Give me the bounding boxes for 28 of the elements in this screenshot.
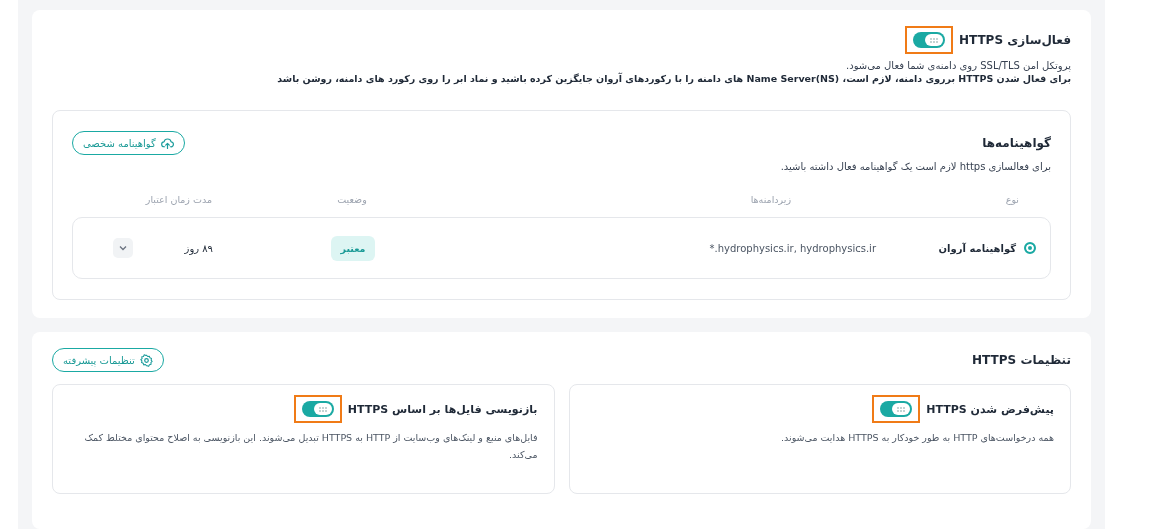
- toggle-switch[interactable]: [880, 401, 913, 417]
- note: برای فعال شدن HTTPS برروی دامنه، لازم است، Name Server(NS) های دامنه را با رکوردهای آروان جایگزین کرده باشید و نماد ابر را روی رکورد های دامنه، روشن باشد: [276, 73, 1071, 84]
- table-cell-text: *.hydrophysics.ir, hydrophysics.ir: [708, 242, 877, 254]
- column-header: نوع: [1004, 194, 1020, 205]
- upload-icon: [160, 136, 174, 150]
- option-title: پیش‌فرض شدن HTTPS: [926, 402, 1054, 416]
- table-cell: گواهینامه آروان: [938, 242, 1016, 254]
- column-header: وضعیت: [336, 194, 368, 205]
- radio-button[interactable]: [1024, 242, 1036, 254]
- column-header: زیردامنه‌ها: [749, 194, 792, 205]
- section-title: فعال‌سازی HTTPS: [958, 33, 1071, 47]
- toggle-switch[interactable]: [912, 32, 945, 48]
- section-title: تنظیمات HTTPS: [972, 353, 1071, 367]
- personal-certificate-button[interactable]: گواهینامه شخصی: [72, 131, 185, 155]
- column-header: مدت زمان اعتبار: [144, 194, 212, 205]
- option-title: بازنویسی فایل‌ها بر اساس HTTPS: [347, 402, 538, 416]
- description: پروتکل امن SSL/TLS روی دامنه‌ی شما فعال می‌شود.: [845, 60, 1071, 71]
- section-title: گواهینامه‌ها: [982, 136, 1051, 150]
- chevron-down-icon: [118, 243, 128, 253]
- toggle-switch[interactable]: [301, 401, 334, 417]
- description: همه درخواست‌های HTTP به طور خودکار به HTTPS هدایت می‌شوند.: [780, 431, 1054, 445]
- table-cell-text: ۸۹ روز: [183, 242, 213, 254]
- status-badge: معتبر: [330, 235, 376, 261]
- settings-icon: [139, 353, 153, 367]
- description: فایل‌های منبع و لینک‌های وب‌سایت از HTTP به HTTPS تبدیل می‌شوند. این بازنویسی به اصلاح محتوای مختلط کمک می‌کند.: [83, 431, 538, 463]
- description: برای فعالسازی https لازم است یک گواهینامه فعال داشته باشید.: [779, 161, 1051, 172]
- advanced-settings-button[interactable]: تنظیمات پیشرفته: [52, 348, 164, 372]
- expand-button[interactable]: [113, 238, 133, 258]
